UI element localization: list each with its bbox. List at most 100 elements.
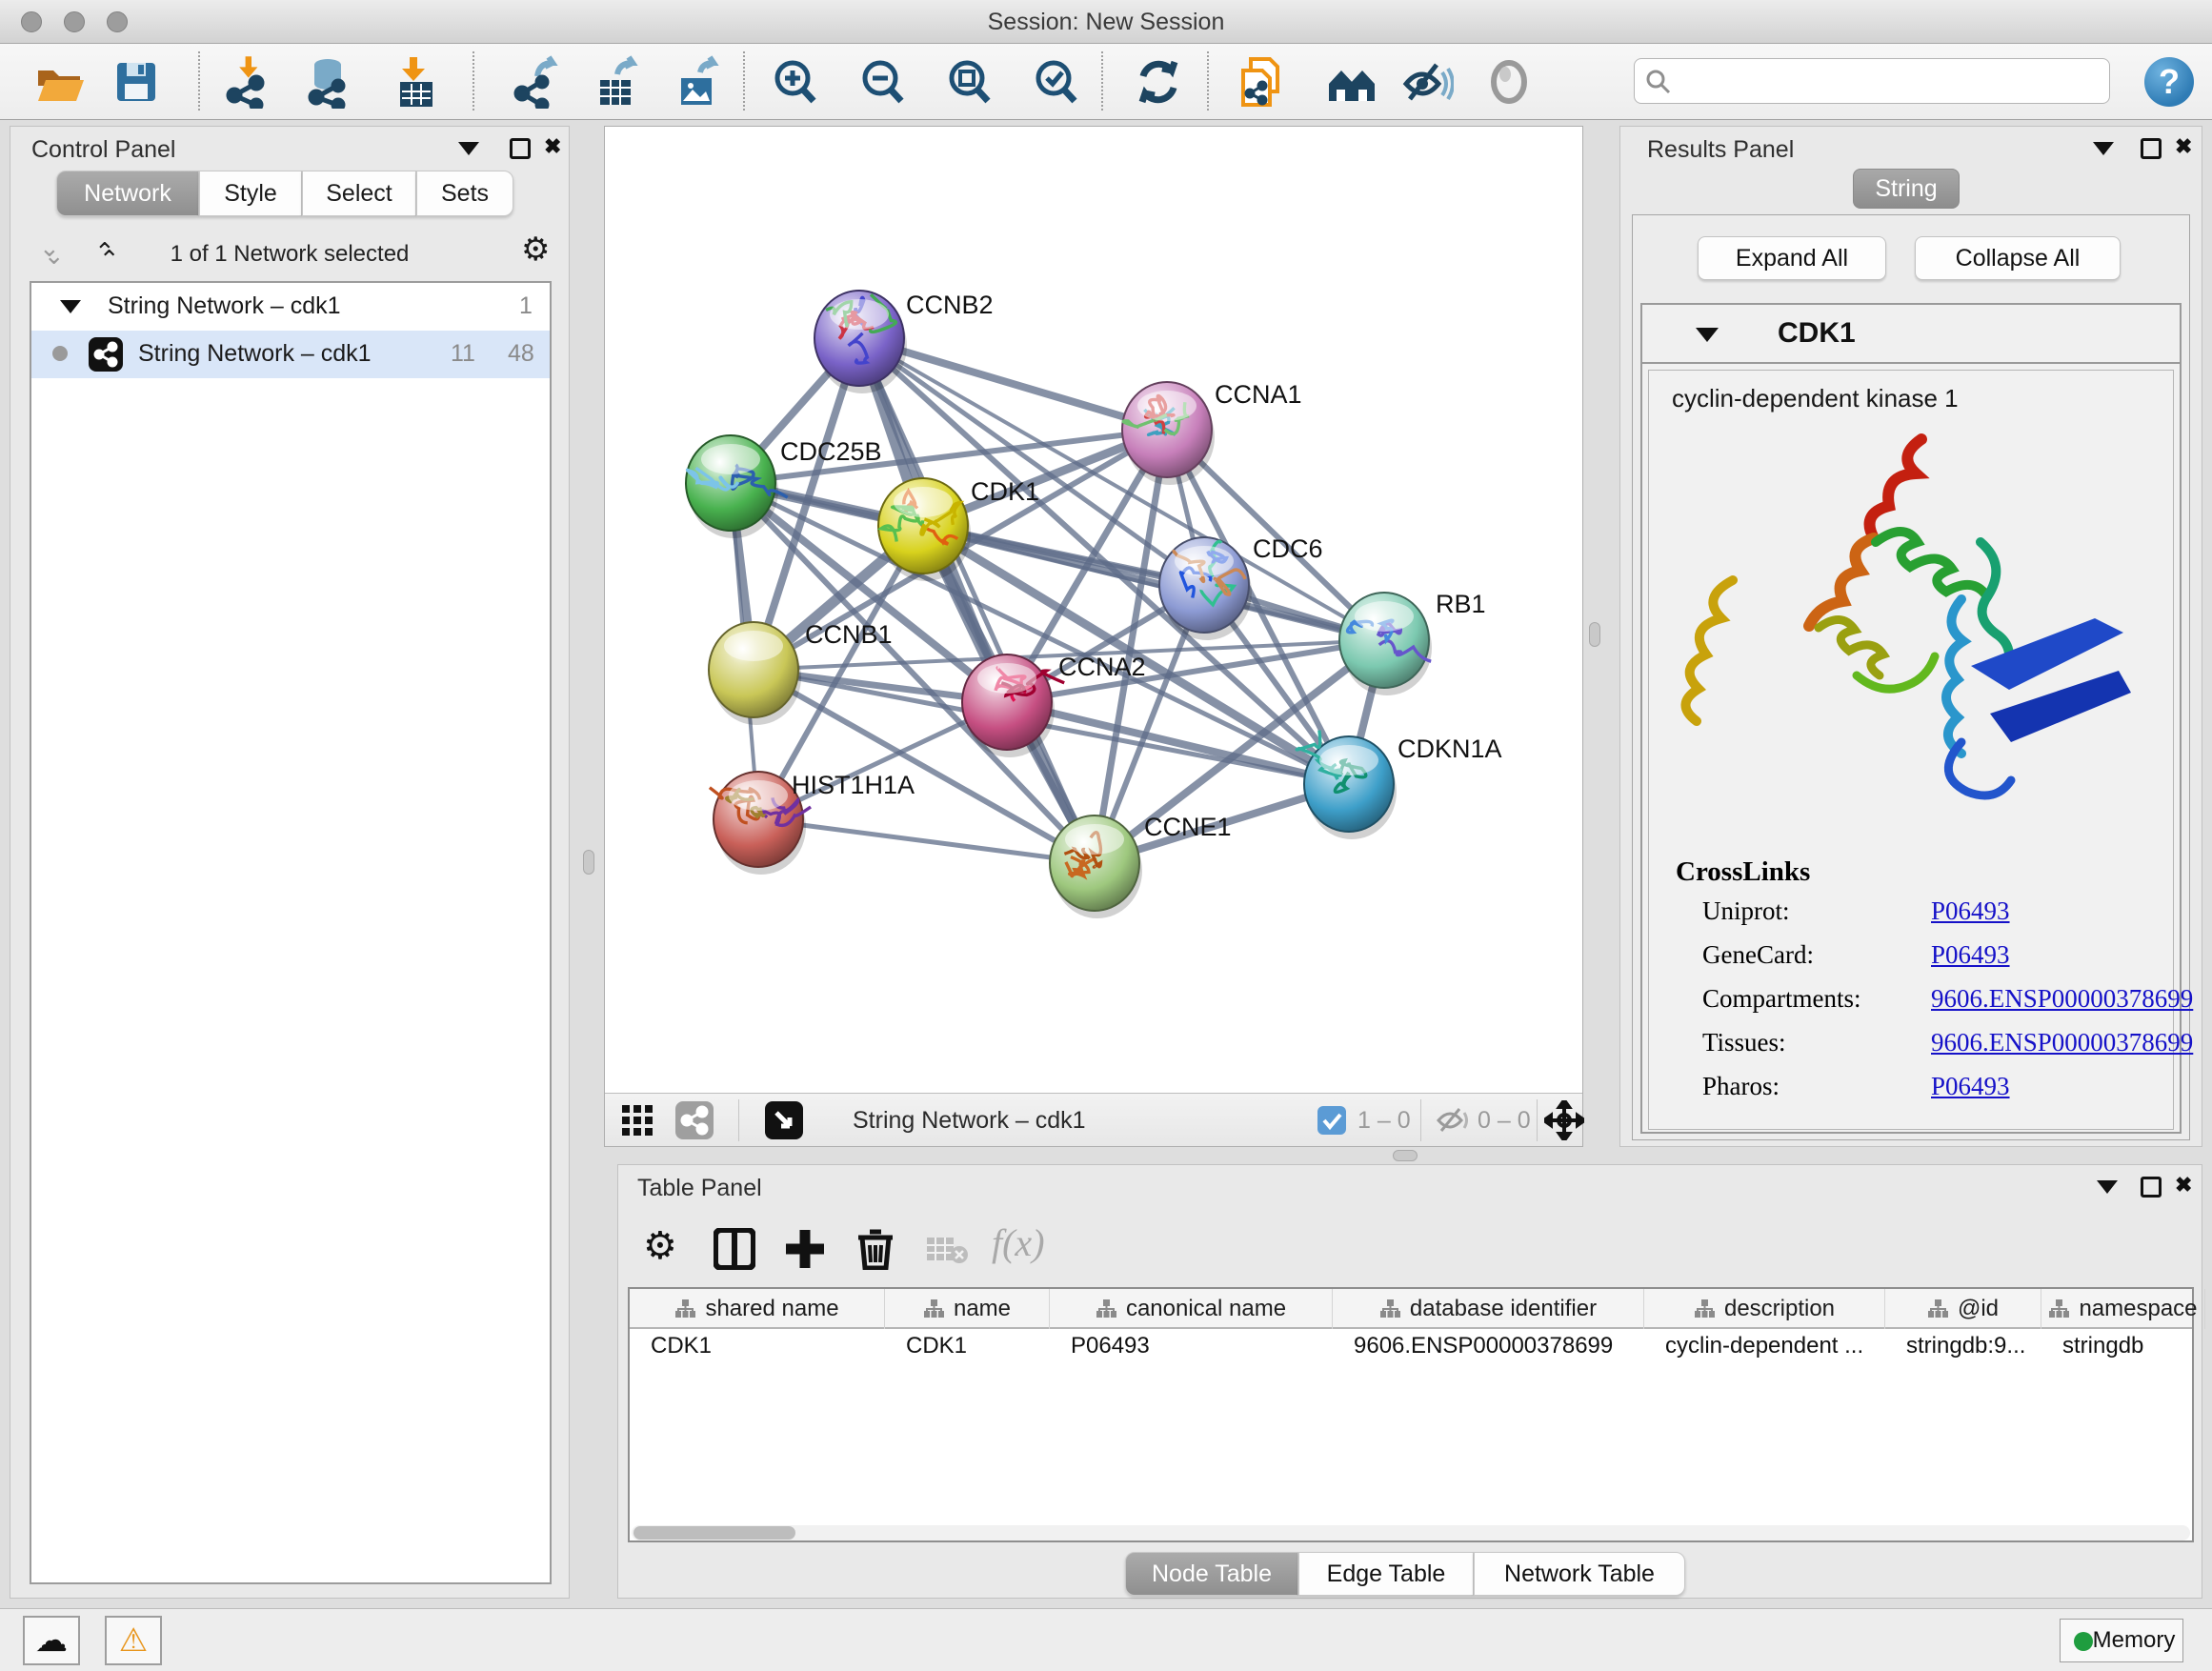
tab-node-table[interactable]: Node Table (1125, 1552, 1298, 1596)
birdseye-view-icon[interactable] (765, 1101, 803, 1139)
title-bar: Session: New Session (0, 0, 2212, 44)
table-cell[interactable]: CDK1 (630, 1333, 885, 1371)
node-hist1h1a[interactable]: HIST1H1A (710, 771, 915, 875)
save-session-icon[interactable] (110, 55, 163, 109)
tab-network[interactable]: Network (56, 171, 199, 216)
column-header-canonical-name[interactable]: canonical name (1050, 1289, 1333, 1329)
scrollbar-thumb[interactable] (633, 1526, 795, 1540)
zoom-in-icon[interactable] (768, 55, 821, 109)
collapse-all-button[interactable]: Collapse All (1915, 236, 2121, 280)
right-splitter-handle[interactable] (1589, 622, 1600, 647)
column-header-database-identifier[interactable]: database identifier (1333, 1289, 1644, 1329)
toolbar-separator (738, 1099, 739, 1141)
hidden-eye-icon (1436, 1105, 1470, 1140)
tab-style[interactable]: Style (199, 171, 302, 216)
toolbar-separator (473, 51, 474, 111)
current-network-dot-icon (52, 346, 68, 361)
tab-select[interactable]: Select (302, 171, 416, 216)
section-expand-icon[interactable] (1696, 328, 1719, 342)
float-panel-icon[interactable] (2141, 138, 2162, 159)
tab-network-table[interactable]: Network Table (1474, 1552, 1685, 1596)
column-type-icon (1927, 1299, 1948, 1319)
crosslink-value[interactable]: P06493 (1931, 1072, 2010, 1101)
bottom-splitter-handle[interactable] (1393, 1150, 1418, 1161)
float-panel-icon[interactable] (510, 138, 531, 159)
string-view-icon[interactable] (675, 1101, 714, 1139)
column-header-namespace[interactable]: namespace (2041, 1289, 2205, 1329)
add-column-icon[interactable] (784, 1228, 826, 1275)
crosslink-value[interactable]: 9606.ENSP00000378699 (1931, 1028, 2193, 1057)
table-cell[interactable]: stringdb:9... (1885, 1333, 2041, 1371)
network-options-gear-icon[interactable]: ⚙ (521, 233, 550, 266)
node-cdkn1a[interactable]: CDKN1A (1297, 731, 1501, 839)
crosslink-value[interactable]: P06493 (1931, 940, 2010, 970)
node-rb1[interactable]: RB1 (1339, 590, 1486, 695)
column-header--id[interactable]: @id (1885, 1289, 2041, 1329)
search-input[interactable] (1634, 58, 2110, 104)
horizontal-scrollbar[interactable] (632, 1525, 2190, 1540)
export-network-icon[interactable] (509, 55, 562, 109)
tab-edge-table[interactable]: Edge Table (1298, 1552, 1474, 1596)
hide-selected-icon[interactable] (1400, 55, 1454, 109)
warnings-icon[interactable]: ⚠ (105, 1616, 162, 1665)
main-toolbar: ? (0, 44, 2212, 120)
selected-checkbox-icon[interactable] (1317, 1106, 1346, 1135)
pan-crosshair-icon[interactable] (1544, 1100, 1584, 1145)
tab-sets[interactable]: Sets (416, 171, 513, 216)
import-table-file-icon[interactable] (389, 55, 442, 109)
open-session-icon[interactable] (32, 55, 86, 109)
collapse-panel-icon[interactable] (458, 142, 479, 155)
node-label-cdc25b: CDC25B (780, 437, 882, 466)
expand-all-button[interactable]: Expand All (1698, 236, 1886, 280)
close-panel-icon[interactable]: ✖ (2175, 1173, 2192, 1198)
table-cell[interactable]: CDK1 (885, 1333, 1050, 1371)
close-panel-icon[interactable]: ✖ (544, 134, 561, 159)
refresh-icon[interactable] (1132, 55, 1185, 109)
grid-view-icon[interactable] (620, 1103, 654, 1142)
crosslink-value[interactable]: P06493 (1931, 896, 2010, 926)
table-cell[interactable]: cyclin-dependent ... (1644, 1333, 1885, 1371)
clone-network-icon[interactable] (1234, 55, 1287, 109)
show-all-windows-icon[interactable] (1325, 55, 1378, 109)
column-header-name[interactable]: name (885, 1289, 1050, 1329)
toolbar-separator (198, 51, 200, 111)
float-panel-icon[interactable] (2141, 1177, 2162, 1198)
collapse-panel-icon[interactable] (2093, 142, 2114, 155)
help-icon[interactable]: ? (2144, 57, 2194, 107)
collapse-panel-icon[interactable] (2097, 1180, 2118, 1194)
table-cell[interactable]: 9606.ENSP00000378699 (1333, 1333, 1644, 1371)
collection-expand-icon[interactable] (60, 300, 81, 313)
cloud-status-icon[interactable]: ☁ (23, 1616, 80, 1665)
column-header-description[interactable]: description (1644, 1289, 1885, 1329)
table-options-gear-icon[interactable]: ⚙ (643, 1224, 677, 1268)
zoom-fit-icon[interactable] (942, 55, 995, 109)
delete-column-trash-icon[interactable] (855, 1226, 896, 1275)
close-panel-icon[interactable]: ✖ (2175, 134, 2192, 159)
network-row[interactable]: String Network – cdk1 11 48 (31, 331, 550, 378)
node-table[interactable]: shared namenamecanonical namedatabase id… (628, 1287, 2194, 1542)
node-cdc6[interactable]: CDC6 (1159, 534, 1323, 640)
export-table-icon[interactable] (589, 55, 642, 109)
node-label-ccne1: CCNE1 (1144, 813, 1232, 841)
import-network-database-icon[interactable] (301, 55, 354, 109)
node-cdk1[interactable]: CDK1 (878, 477, 1039, 581)
tab-string[interactable]: String (1853, 169, 1960, 209)
birdseye-toggle-icon[interactable] (1482, 55, 1536, 109)
node-ccna1[interactable]: CCNA1 (1122, 380, 1302, 485)
table-cell[interactable]: P06493 (1050, 1333, 1333, 1371)
gene-section-header[interactable]: CDK1 (1642, 305, 2180, 364)
column-header-shared-name[interactable]: shared name (630, 1289, 885, 1329)
zoom-selected-icon[interactable] (1029, 55, 1082, 109)
import-network-file-icon[interactable] (221, 55, 274, 109)
network-canvas[interactable]: CCNB2CCNA1CDC25BCDK1CDC6RB1CCNB1CCNA2CDK… (605, 127, 1582, 1093)
export-image-icon[interactable] (670, 55, 723, 109)
left-splitter-handle[interactable] (583, 850, 594, 875)
network-collection-row[interactable]: String Network – cdk1 1 (31, 283, 550, 331)
crosslink-value[interactable]: 9606.ENSP00000378699 (1931, 984, 2193, 1014)
table-cell[interactable]: stringdb (2041, 1333, 2205, 1371)
show-columns-icon[interactable] (714, 1228, 755, 1275)
results-panel: Results Panel ✖ String Expand All Collap… (1619, 126, 2202, 1147)
edge-hist1h1a-ccne1[interactable] (758, 819, 1095, 863)
zoom-out-icon[interactable] (855, 55, 909, 109)
memory-button[interactable]: Memory (2060, 1619, 2183, 1662)
